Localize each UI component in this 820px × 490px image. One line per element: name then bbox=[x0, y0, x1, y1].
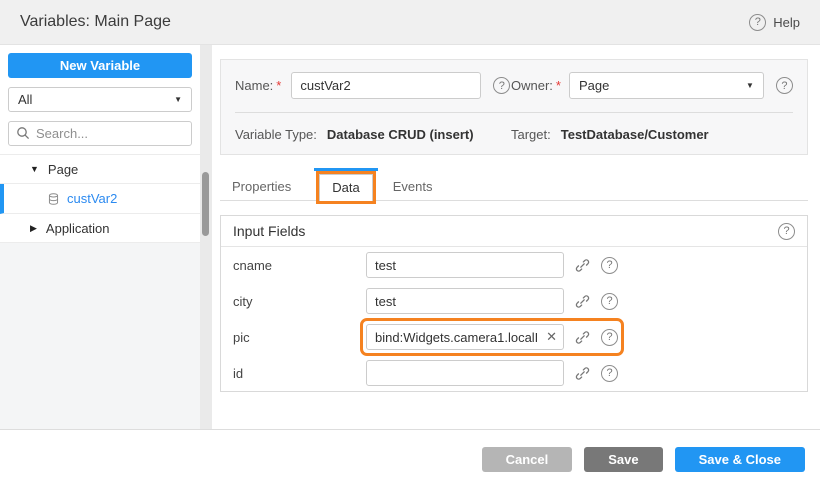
new-variable-button[interactable]: New Variable bbox=[8, 53, 192, 78]
owner-label: Owner:* bbox=[511, 78, 561, 93]
field-label: pic bbox=[233, 330, 366, 345]
name-input[interactable] bbox=[291, 72, 481, 99]
sidebar-empty-area bbox=[0, 243, 200, 429]
variables-dialog: Variables: Main Page ? Help New Variable… bbox=[0, 0, 820, 490]
database-icon bbox=[47, 192, 60, 206]
owner-value: Page bbox=[579, 78, 609, 93]
help-button[interactable]: ? Help bbox=[749, 14, 800, 31]
tree-node-label: Application bbox=[46, 221, 110, 236]
tab-events[interactable]: Events bbox=[381, 174, 445, 200]
search-box bbox=[8, 121, 192, 146]
variable-detail-panel: Name:* ? Owner:* Page ▼ ? bbox=[212, 45, 820, 429]
required-asterisk: * bbox=[276, 78, 281, 93]
field-label: cname bbox=[233, 258, 366, 273]
bind-link-icon[interactable] bbox=[575, 294, 590, 309]
pic-input[interactable] bbox=[366, 324, 564, 350]
help-label: Help bbox=[773, 15, 800, 30]
clear-binding-icon[interactable]: ✕ bbox=[546, 329, 557, 345]
field-row-cname: cname ? bbox=[221, 247, 807, 283]
input-fields-title: Input Fields bbox=[233, 223, 305, 239]
name-label: Name:* bbox=[235, 78, 281, 93]
variable-summary-panel: Name:* ? Owner:* Page ▼ ? bbox=[220, 59, 808, 155]
tree-collapsed-icon: ▶ bbox=[30, 223, 37, 234]
summary-divider bbox=[235, 112, 793, 113]
field-help-icon[interactable]: ? bbox=[601, 365, 618, 382]
bind-link-icon[interactable] bbox=[575, 366, 590, 381]
variable-filter-value: All bbox=[18, 92, 32, 107]
variables-tree: ▼ Page custVar2 ▶ Application bbox=[0, 154, 200, 243]
sidebar-controls: New Variable All ▼ bbox=[0, 45, 200, 154]
target-label: Target: bbox=[511, 127, 551, 142]
dialog-footer: Cancel Save Save & Close bbox=[0, 430, 820, 489]
field-row-city: city ? bbox=[221, 283, 807, 319]
tree-node-label: custVar2 bbox=[67, 191, 117, 206]
dialog-header: Variables: Main Page ? Help bbox=[0, 0, 820, 45]
chevron-down-icon: ▼ bbox=[174, 95, 182, 104]
name-help-icon[interactable]: ? bbox=[493, 77, 510, 94]
variable-type-value: Database CRUD (insert) bbox=[327, 127, 474, 142]
field-help-icon[interactable]: ? bbox=[601, 257, 618, 274]
bind-link-icon[interactable] bbox=[575, 330, 590, 345]
chevron-down-icon: ▼ bbox=[746, 81, 754, 90]
tree-node-custvar2[interactable]: custVar2 bbox=[0, 184, 200, 214]
input-fields-header: Input Fields ? bbox=[221, 216, 807, 247]
search-icon bbox=[16, 126, 30, 140]
dialog-body: New Variable All ▼ ▼ Page bbox=[0, 45, 820, 430]
field-row-id: id ? bbox=[221, 355, 807, 391]
variables-sidebar: New Variable All ▼ ▼ Page bbox=[0, 45, 200, 429]
id-input[interactable] bbox=[366, 360, 564, 386]
field-row-pic: pic ✕ ? bbox=[221, 319, 807, 355]
field-label: id bbox=[233, 366, 366, 381]
sidebar-scrollbar[interactable] bbox=[200, 45, 212, 429]
cancel-button[interactable]: Cancel bbox=[482, 447, 573, 472]
tree-node-label: Page bbox=[48, 162, 78, 177]
owner-dropdown[interactable]: Page ▼ bbox=[569, 72, 764, 99]
save-button[interactable]: Save bbox=[584, 447, 662, 472]
tab-data[interactable]: Data bbox=[319, 174, 372, 201]
save-and-close-button[interactable]: Save & Close bbox=[675, 447, 805, 472]
tree-node-page[interactable]: ▼ Page bbox=[0, 155, 200, 184]
scrollbar-thumb[interactable] bbox=[202, 172, 209, 236]
pic-annotation-highlight: ✕ ? bbox=[366, 324, 618, 350]
input-fields-help-icon[interactable]: ? bbox=[778, 223, 795, 240]
search-input[interactable] bbox=[8, 121, 192, 146]
tree-node-application[interactable]: ▶ Application bbox=[0, 214, 200, 243]
variable-filter-dropdown[interactable]: All ▼ bbox=[8, 87, 192, 112]
city-input[interactable] bbox=[366, 288, 564, 314]
variable-type-label: Variable Type: bbox=[235, 127, 317, 142]
cname-input[interactable] bbox=[366, 252, 564, 278]
input-fields-panel: Input Fields ? cname ? city bbox=[220, 215, 808, 392]
tree-expanded-icon: ▼ bbox=[30, 164, 39, 174]
field-help-icon[interactable]: ? bbox=[601, 329, 618, 346]
detail-tabs: Properties Data Events bbox=[220, 172, 808, 201]
help-circle-icon: ? bbox=[749, 14, 766, 31]
target-value: TestDatabase/Customer bbox=[561, 127, 709, 142]
owner-help-icon[interactable]: ? bbox=[776, 77, 793, 94]
field-help-icon[interactable]: ? bbox=[601, 293, 618, 310]
field-label: city bbox=[233, 294, 366, 309]
required-asterisk: * bbox=[556, 78, 561, 93]
page-title: Variables: Main Page bbox=[20, 13, 171, 31]
tab-properties[interactable]: Properties bbox=[220, 174, 303, 200]
bind-link-icon[interactable] bbox=[575, 258, 590, 273]
